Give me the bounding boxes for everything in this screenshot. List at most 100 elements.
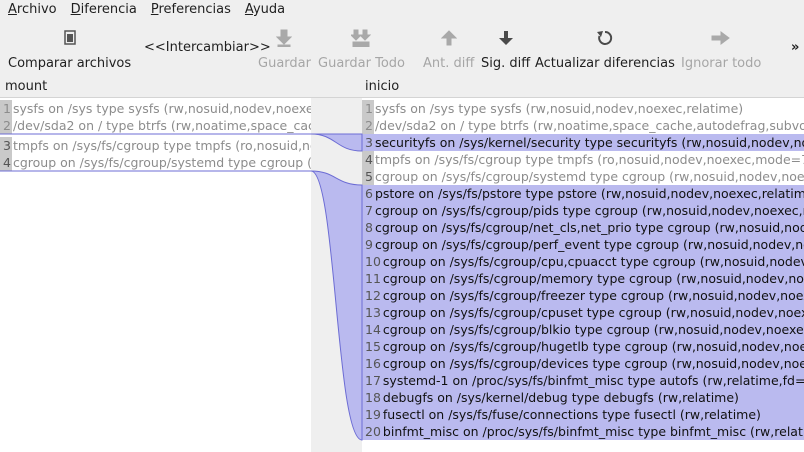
right-pane-title[interactable]: inicio — [365, 78, 399, 96]
line-text: tmpfs on /sys/fs/cgroup type tmpfs (ro,n… — [374, 152, 804, 167]
right-line: 2/dev/sda2 on / type btrfs (rw,noatime,s… — [362, 117, 804, 134]
right-line: 5 cgroup on /sys/fs/cgroup/systemd type c… — [362, 168, 804, 185]
line-number: 18 — [365, 390, 381, 405]
toolbar: Comparar archivos <<Intercambiar>> Guard… — [0, 22, 804, 72]
line-text: cgroup on /sys/fs/cgroup/devices type cg… — [382, 356, 804, 371]
right-line: 7 cgroup on /sys/fs/cgroup/pids type cgro… — [362, 202, 804, 219]
menu-ayuda-mnemonic: A — [244, 2, 253, 17]
left-line: 2/dev/sda2 on / type btrfs (rw,noatime,s… — [0, 117, 311, 134]
line-number: 8 — [365, 220, 373, 235]
line-text: sysfs on /sys type sysfs (rw,nosuid,node… — [374, 101, 744, 116]
right-line: 18 debugfs on /sys/kernel/debug type debu… — [362, 389, 804, 406]
menu-ayuda[interactable]: Ayuda — [237, 1, 291, 19]
line-number: 3 — [3, 138, 11, 153]
line-text: cgroup on /sys/fs/cgroup/memory type cgr… — [382, 271, 804, 286]
right-line: 4 tmpfs on /sys/fs/cgroup type tmpfs (ro,… — [362, 151, 804, 168]
menu-archivo-label: rchivo — [16, 2, 57, 17]
right-line: 3 securityfs on /sys/kernel/security type… — [362, 134, 804, 151]
line-number: 4 — [365, 152, 373, 167]
line-text: /dev/sda2 on / type btrfs (rw,noatime,sp… — [12, 118, 311, 133]
line-text: cgroup on /sys/fs/cgroup/blkio type cgro… — [382, 322, 804, 337]
line-text: pstore on /sys/fs/pstore type pstore (rw… — [374, 186, 804, 201]
ignore-all-button[interactable]: Ignorar todo — [681, 22, 761, 72]
right-line: 1 sysfs on /sys type sysfs (rw,nosuid,nod… — [362, 100, 804, 117]
compare-files-label: Comparar archivos — [8, 56, 132, 71]
right-line: 17 systemd-1 on /proc/sys/fs/binfmt_misc … — [362, 372, 804, 389]
line-text: cgroup on /sys/fs/cgroup/cpu,cpuacct typ… — [382, 254, 804, 269]
line-number: 1 — [365, 101, 373, 116]
line-number: 15 — [365, 339, 381, 354]
next-diff-label: Sig. diff — [481, 56, 531, 71]
line-number: 9 — [365, 237, 373, 252]
line-number: 13 — [365, 305, 381, 320]
refresh-diffs-label: Actualizar diferencias — [535, 56, 675, 71]
line-text: binfmt_misc on /proc/sys/fs/binfmt_misc … — [382, 424, 804, 439]
line-number: 20 — [365, 424, 381, 439]
line-text: cgroup on /sys/fs/cgroup/freezer type cg… — [382, 288, 804, 303]
save-label: Guardar — [258, 56, 311, 71]
next-diff-button[interactable]: Sig. diff — [481, 22, 530, 72]
line-text: cgroup on /sys/fs/cgroup/cpuset type cgr… — [382, 305, 804, 320]
line-number: 1 — [3, 101, 11, 116]
refresh-icon — [596, 26, 614, 50]
menu-archivo-mnemonic: A — [8, 2, 17, 17]
diff-link-gutter — [311, 98, 362, 452]
line-number: 2 — [365, 118, 373, 133]
line-text: /dev/sda2 on / type btrfs (rw,noatime,sp… — [374, 118, 804, 133]
save-all-button[interactable]: Guardar Todo — [318, 22, 405, 72]
copy-icon — [61, 26, 79, 50]
save-button[interactable]: Guardar — [258, 22, 311, 72]
arrow-up-icon — [440, 26, 457, 50]
line-number: 3 — [365, 135, 373, 150]
right-line: 14 cgroup on /sys/fs/cgroup/blkio type cg… — [362, 321, 804, 338]
menu-bar: Archivo Diferencia Preferencias Ayuda — [0, 0, 804, 20]
compare-files-button[interactable]: Comparar archivos — [8, 22, 131, 72]
refresh-diffs-button[interactable]: Actualizar diferencias — [535, 22, 675, 72]
left-pane-title[interactable]: mount — [5, 78, 47, 96]
menu-preferencias-label: referencias — [158, 2, 231, 17]
right-line: 8 cgroup on /sys/fs/cgroup/net_cls,net_pr… — [362, 219, 804, 236]
line-text: systemd-1 on /proc/sys/fs/binfmt_misc ty… — [382, 373, 804, 388]
ignore-arrow-icon — [710, 26, 732, 50]
line-number: 11 — [365, 271, 381, 286]
swap-button[interactable]: <<Intercambiar>> — [144, 40, 271, 55]
line-number: 5 — [365, 169, 373, 184]
line-number: 4 — [3, 155, 11, 170]
right-line: 15 cgroup on /sys/fs/cgroup/hugetlb type … — [362, 338, 804, 355]
line-text: debugfs on /sys/kernel/debug type debugf… — [382, 390, 739, 405]
save-all-icon — [351, 26, 372, 50]
line-text: cgroup on /sys/fs/cgroup/hugetlb type cg… — [382, 339, 804, 354]
menu-archivo[interactable]: Archivo — [0, 1, 63, 19]
right-line: 19 fusectl on /sys/fs/fuse/connections ty… — [362, 406, 804, 423]
menu-diferencia-label: iferencia — [80, 2, 137, 17]
arrow-down-icon — [498, 26, 514, 50]
line-number: 7 — [365, 203, 373, 218]
right-line: 20 binfmt_misc on /proc/sys/fs/binfmt_mis… — [362, 423, 804, 440]
left-line: 4 cgroup on /sys/fs/cgroup/systemd type c… — [0, 154, 311, 171]
menu-diferencia[interactable]: Diferencia — [63, 1, 143, 19]
line-text: securityfs on /sys/kernel/security type … — [374, 135, 804, 150]
toolbar-overflow-button[interactable]: » — [791, 40, 799, 55]
menu-diferencia-mnemonic: D — [70, 2, 81, 17]
line-number: 17 — [365, 373, 381, 388]
prev-diff-button[interactable]: Ant. diff — [423, 22, 474, 72]
line-number: 14 — [365, 322, 381, 337]
menu-preferencias[interactable]: Preferencias — [143, 1, 237, 19]
right-text-pane[interactable]: 1 sysfs on /sys type sysfs (rw,nosuid,nod… — [362, 98, 804, 452]
save-down-icon — [276, 26, 293, 50]
line-number: 19 — [365, 407, 381, 422]
left-text-pane[interactable]: 1 sysfs on /sys type sysfs (rw,nosuid,nod… — [0, 98, 311, 452]
line-number: 12 — [365, 288, 381, 303]
right-line: 9 cgroup on /sys/fs/cgroup/perf_event typ… — [362, 236, 804, 253]
line-number: 10 — [365, 254, 381, 269]
right-line: 12 cgroup on /sys/fs/cgroup/freezer type … — [362, 287, 804, 304]
line-text: sysfs on /sys type sysfs (rw,nosuid,node… — [12, 101, 311, 116]
prev-diff-label: Ant. diff — [423, 56, 475, 71]
line-text: fusectl on /sys/fs/fuse/connections type… — [382, 407, 761, 422]
save-all-label: Guardar Todo — [318, 56, 405, 71]
line-number: 6 — [365, 186, 373, 201]
right-line: 10 cgroup on /sys/fs/cgroup/cpu,cpuacct t… — [362, 253, 804, 270]
line-text: cgroup on /sys/fs/cgroup/systemd type cg… — [12, 155, 311, 170]
line-number: 2 — [3, 118, 11, 133]
left-line: 1 sysfs on /sys type sysfs (rw,nosuid,nod… — [0, 100, 311, 117]
